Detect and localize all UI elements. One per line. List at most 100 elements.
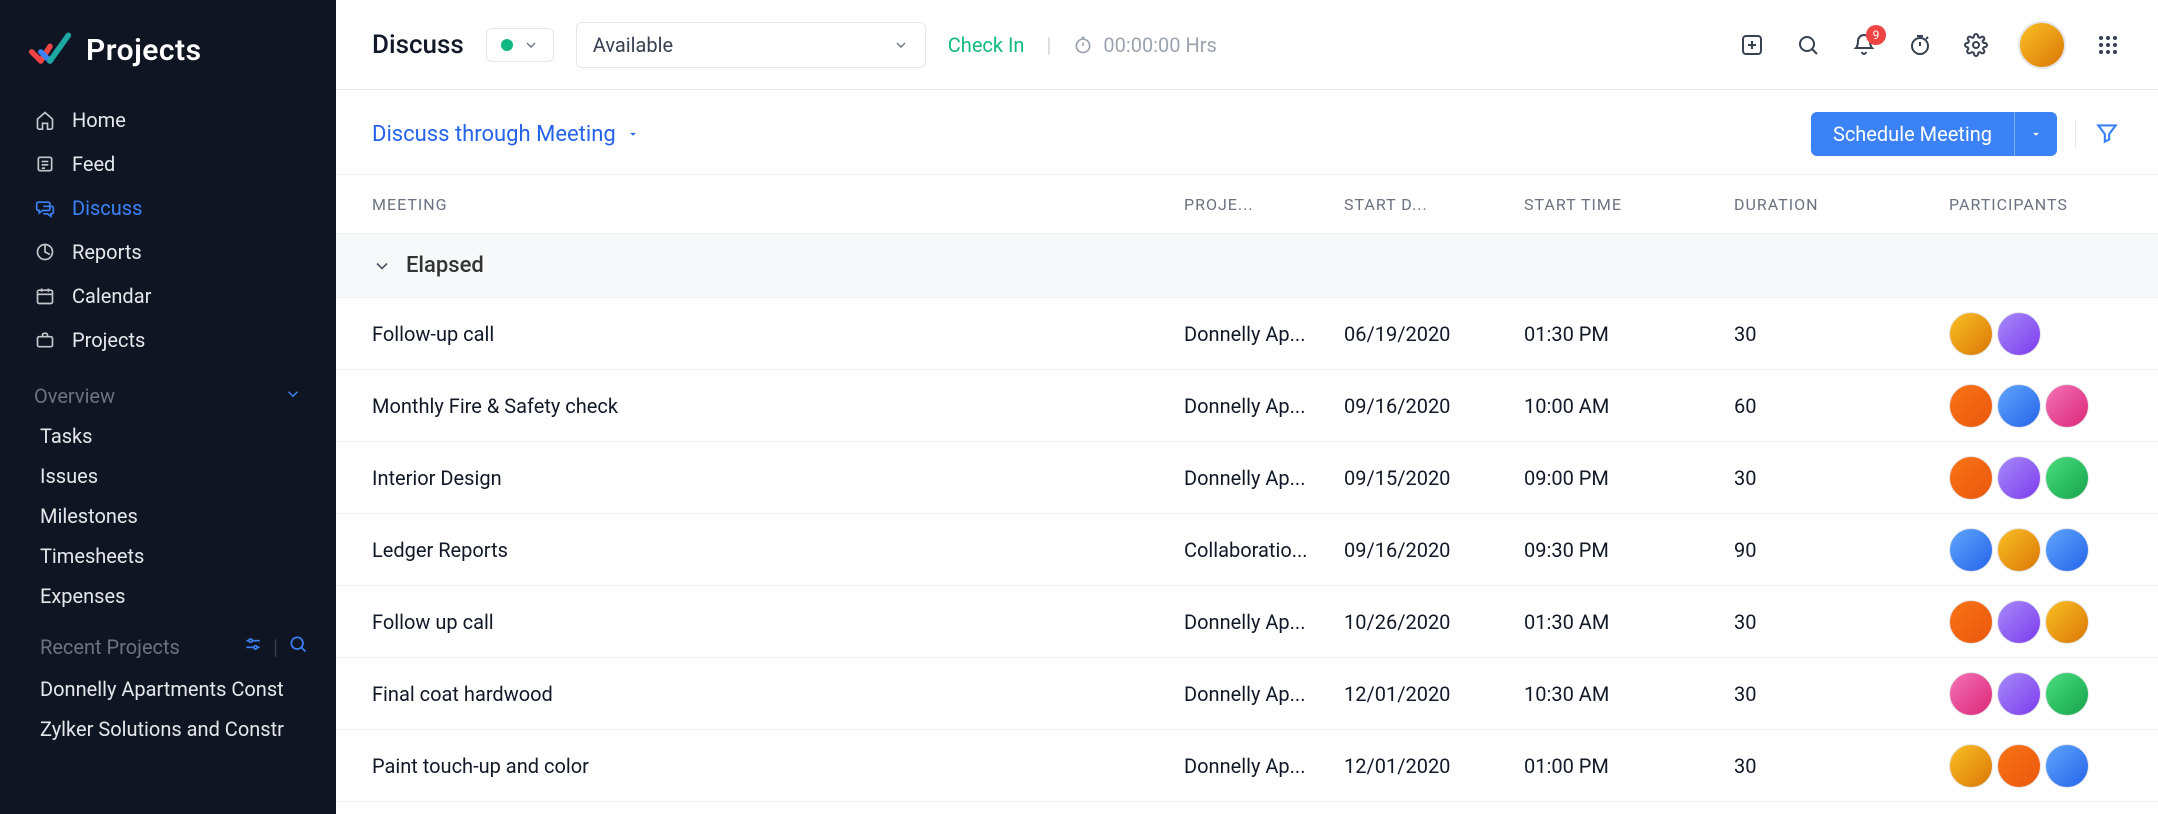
caret-down-icon [626, 127, 640, 141]
timer-button[interactable] [1906, 31, 1934, 59]
recent-project-item[interactable]: Zylker Solutions and Constr [0, 709, 336, 749]
nav-calendar[interactable]: Calendar [0, 274, 336, 318]
table-row[interactable]: Follow-up callDonnelly Ap...06/19/202001… [336, 298, 2158, 370]
nav-feed[interactable]: Feed [0, 142, 336, 186]
cell-participants [1949, 600, 2122, 644]
settings-button[interactable] [1962, 31, 1990, 59]
participant-avatar[interactable] [1997, 528, 2041, 572]
participant-avatar[interactable] [1997, 312, 2041, 356]
user-avatar[interactable] [2018, 21, 2066, 69]
participant-avatar[interactable] [2045, 384, 2089, 428]
participant-avatar[interactable] [1997, 384, 2041, 428]
filter-button[interactable] [2094, 120, 2122, 148]
cell-duration: 60 [1734, 394, 1949, 418]
overview-item-timesheets[interactable]: Timesheets [0, 536, 336, 576]
overview-header[interactable]: Overview [0, 362, 336, 416]
cell-start-date: 09/15/2020 [1344, 466, 1524, 490]
table-row[interactable]: Interior DesignDonnelly Ap...09/15/20200… [336, 442, 2158, 514]
overview-item-tasks[interactable]: Tasks [0, 416, 336, 456]
stopwatch-icon [1073, 35, 1093, 55]
briefcase-icon [34, 329, 56, 351]
cell-duration: 30 [1734, 466, 1949, 490]
notification-badge: 9 [1866, 25, 1886, 45]
chevron-down-icon [523, 37, 539, 53]
cell-start-date: 06/19/2020 [1344, 322, 1524, 346]
participant-avatar[interactable] [1949, 672, 1993, 716]
table-row[interactable]: Ledger ReportsCollaboratio...09/16/20200… [336, 514, 2158, 586]
nav-home[interactable]: Home [0, 98, 336, 142]
participant-avatar[interactable] [1949, 528, 1993, 572]
col-participants[interactable]: PARTICIPANTS [1949, 195, 2122, 214]
participant-avatar[interactable] [1997, 456, 2041, 500]
sliders-icon[interactable] [243, 634, 263, 659]
cell-meeting: Final coat hardwood [372, 682, 1184, 706]
topbar: Discuss Available Check In | 00:00:00 Hr… [336, 0, 2158, 90]
table-row[interactable]: Monthly Fire & Safety checkDonnelly Ap..… [336, 370, 2158, 442]
cell-start-time: 01:30 PM [1524, 322, 1734, 346]
cell-start-date: 12/01/2020 [1344, 754, 1524, 778]
search-icon[interactable] [288, 634, 308, 659]
chevron-down-icon [893, 37, 909, 53]
group-row-elapsed[interactable]: Elapsed [336, 234, 2158, 298]
caret-down-icon [2029, 127, 2043, 141]
participant-avatar[interactable] [2045, 672, 2089, 716]
participant-avatar[interactable] [2045, 600, 2089, 644]
checkin-link[interactable]: Check In [948, 33, 1025, 57]
notifications-button[interactable]: 9 [1850, 31, 1878, 59]
cell-meeting: Monthly Fire & Safety check [372, 394, 1184, 418]
nav-discuss[interactable]: Discuss [0, 186, 336, 230]
col-duration[interactable]: DURATION [1734, 195, 1949, 214]
participant-avatar[interactable] [1949, 456, 1993, 500]
recent-project-item[interactable]: Donnelly Apartments Const [0, 669, 336, 709]
participant-avatar[interactable] [1997, 744, 2041, 788]
view-selector[interactable]: Discuss through Meeting [372, 122, 640, 147]
availability-select[interactable]: Available [576, 22, 926, 68]
overview-item-milestones[interactable]: Milestones [0, 496, 336, 536]
participant-avatar[interactable] [2045, 456, 2089, 500]
participant-avatar[interactable] [1949, 312, 1993, 356]
table-row[interactable]: Final coat hardwoodDonnelly Ap...12/01/2… [336, 658, 2158, 730]
cell-participants [1949, 456, 2122, 500]
participant-avatar[interactable] [2045, 744, 2089, 788]
cell-start-time: 09:30 PM [1524, 538, 1734, 562]
col-project[interactable]: PROJE... [1184, 195, 1344, 214]
button-dropdown[interactable] [2014, 112, 2057, 156]
cell-duration: 90 [1734, 538, 1949, 562]
cell-start-date: 09/16/2020 [1344, 538, 1524, 562]
schedule-meeting-button[interactable]: Schedule Meeting [1811, 112, 2057, 156]
recent-title: Recent Projects [40, 635, 180, 659]
nav-label: Projects [72, 328, 145, 352]
nav-label: Discuss [72, 196, 142, 220]
table-row[interactable]: Paint touch-up and colorDonnelly Ap...12… [336, 730, 2158, 802]
participant-avatar[interactable] [1949, 384, 1993, 428]
participant-avatar[interactable] [1997, 672, 2041, 716]
divider: | [273, 635, 278, 659]
recent-projects-header: Recent Projects | [0, 616, 336, 669]
nav-reports[interactable]: Reports [0, 230, 336, 274]
status-dot-icon [501, 39, 513, 51]
divider [2075, 120, 2076, 148]
add-button[interactable] [1738, 31, 1766, 59]
participant-avatar[interactable] [1949, 600, 1993, 644]
cell-meeting: Ledger Reports [372, 538, 1184, 562]
cell-start-time: 01:30 AM [1524, 610, 1734, 634]
col-meeting[interactable]: MEETING [372, 195, 1184, 214]
participant-avatar[interactable] [2045, 528, 2089, 572]
cell-participants [1949, 528, 2122, 572]
participant-avatar[interactable] [1949, 744, 1993, 788]
col-start-date[interactable]: START D... [1344, 195, 1524, 214]
col-start-time[interactable]: START TIME [1524, 195, 1734, 214]
nav-projects[interactable]: Projects [0, 318, 336, 362]
overview-item-issues[interactable]: Issues [0, 456, 336, 496]
table-row[interactable]: Follow up callDonnelly Ap...10/26/202001… [336, 586, 2158, 658]
search-button[interactable] [1794, 31, 1822, 59]
cell-start-time: 10:30 AM [1524, 682, 1734, 706]
app-logo[interactable]: Projects [0, 16, 336, 98]
apps-grid-button[interactable] [2094, 31, 2122, 59]
status-indicator[interactable] [486, 28, 554, 62]
cell-project: Donnelly Ap... [1184, 610, 1344, 634]
cell-duration: 30 [1734, 682, 1949, 706]
overview-item-expenses[interactable]: Expenses [0, 576, 336, 616]
cell-meeting: Interior Design [372, 466, 1184, 490]
participant-avatar[interactable] [1997, 600, 2041, 644]
